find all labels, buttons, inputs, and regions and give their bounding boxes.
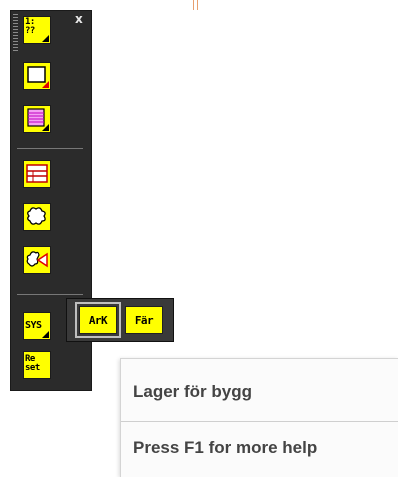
hatch-button[interactable] [23, 105, 51, 133]
cloud-triangle-icon [26, 251, 48, 268]
rectangle-button[interactable] [23, 62, 51, 90]
scale-button-label: 1: ?? [25, 17, 35, 36]
close-icon[interactable]: x [75, 13, 83, 25]
toolbar-grip-handle[interactable] [13, 14, 18, 52]
ark-button[interactable]: ArK [75, 302, 121, 338]
flyout-arrow-icon [42, 124, 49, 131]
toolbar-separator [17, 148, 83, 149]
revision-cloud-icon [27, 207, 46, 225]
reset-button-label: Re set [25, 354, 40, 373]
sys-button[interactable]: SYS [23, 312, 51, 340]
table-button[interactable] [23, 160, 51, 188]
sys-button-label: SYS [25, 320, 42, 331]
tooltip: Lager för bygg Press F1 for more help [120, 358, 398, 477]
scale-button[interactable]: 1: ?? [23, 16, 51, 44]
orange-edge-marker [193, 0, 199, 10]
sys-flyout-panel: ArK Fär [66, 298, 174, 342]
cloud-button[interactable] [23, 203, 51, 231]
reset-button[interactable]: Re set [23, 351, 51, 379]
tooltip-title: Lager för bygg [133, 382, 253, 401]
flyout-arrow-icon [42, 35, 49, 42]
tooltip-separator [121, 421, 398, 422]
cloud-triangle-button[interactable] [23, 246, 51, 274]
far-button-label: Fär [134, 313, 154, 327]
table-icon [26, 164, 48, 183]
flyout-arrow-icon [42, 331, 49, 338]
flyout-arrow-icon [42, 81, 49, 88]
far-button[interactable]: Fär [125, 306, 163, 334]
toolbar-separator [17, 294, 83, 295]
ark-button-label: ArK [88, 313, 108, 327]
tooltip-help-text: Press F1 for more help [133, 438, 318, 457]
